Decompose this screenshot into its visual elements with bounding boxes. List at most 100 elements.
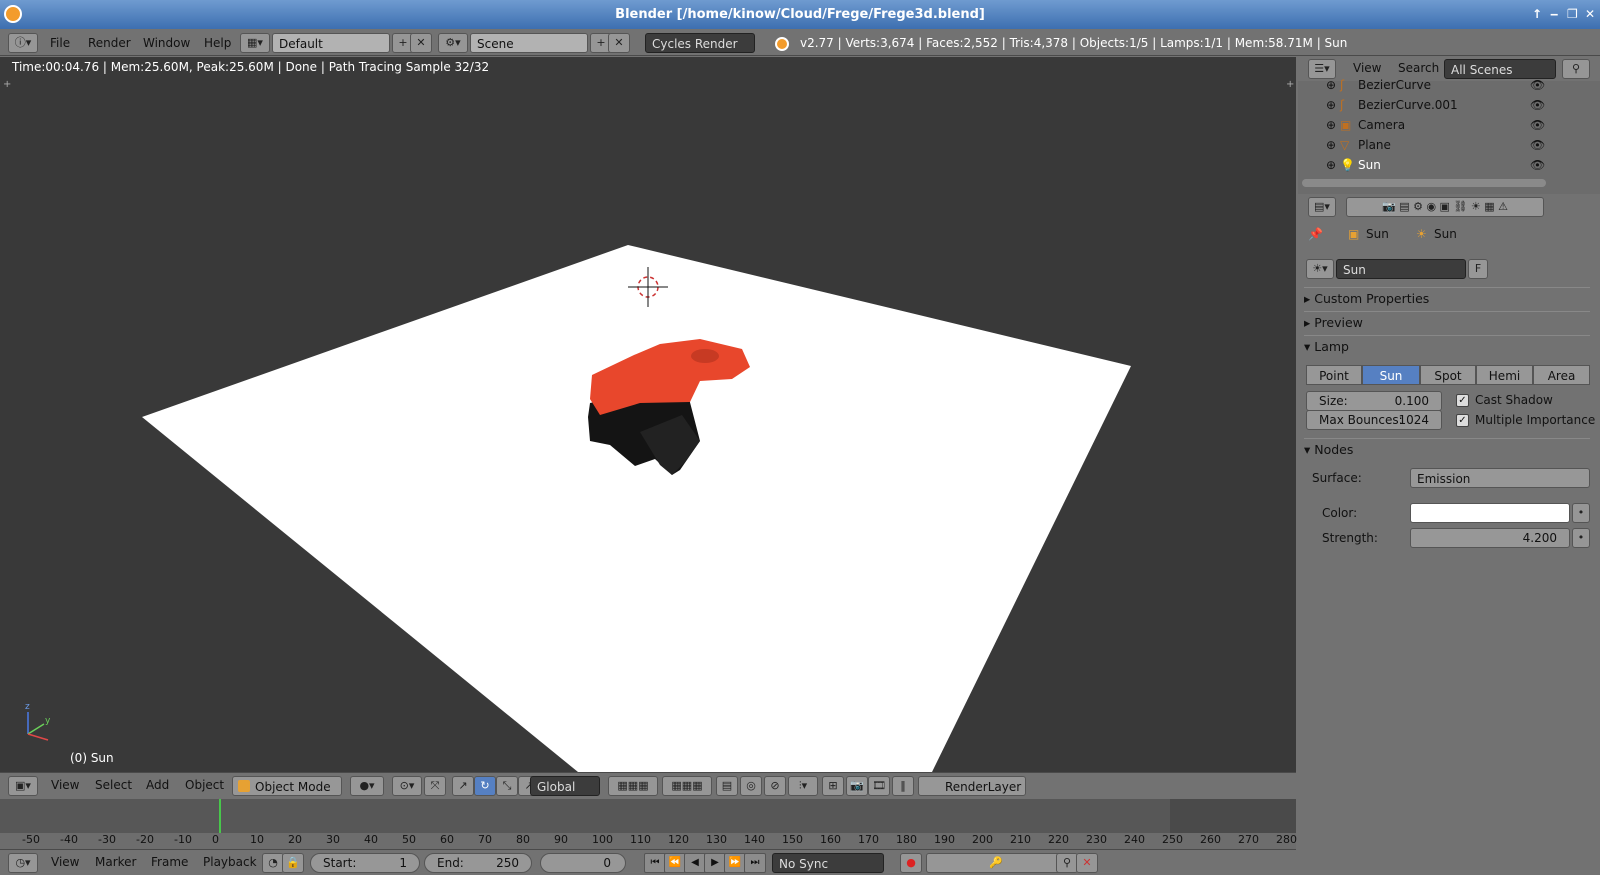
screen-layout-icon[interactable]: ▦▾ <box>240 33 270 53</box>
menu-object[interactable]: Object <box>185 778 224 792</box>
region-expand-left-icon[interactable]: + <box>3 79 11 90</box>
window-close-icon[interactable]: ✕ <box>1585 0 1595 29</box>
outliner-menu-view[interactable]: View <box>1353 61 1381 75</box>
render-scene[interactable]: z y <box>0 57 1296 772</box>
insert-keyframe-icon[interactable]: ⚲ <box>1056 853 1078 873</box>
play-reverse-icon[interactable]: ◀ <box>684 853 706 873</box>
editor-type-3dview-icon[interactable]: ▣▾ <box>8 776 38 796</box>
menu-select[interactable]: Select <box>95 778 132 792</box>
properties-context-tabs[interactable]: 📷 ▤ ⚙ ◉ ▣ ⛓ ☀ ▦ ⚠ <box>1346 197 1544 217</box>
panel-preview[interactable]: ▸ Preview <box>1304 311 1590 333</box>
3d-viewport[interactable]: z y Time:00:04.76 | Mem:25.60M, Peak:25.… <box>0 57 1296 772</box>
proportional-edit-icon[interactable]: ◎ <box>740 776 762 796</box>
strength-field[interactable]: 4.200 <box>1410 528 1570 548</box>
jump-keyframe-back-icon[interactable]: ⏪ <box>664 853 686 873</box>
panel-lamp[interactable]: ▾ Lamp <box>1304 335 1590 357</box>
manipulator-rotate-icon[interactable]: ↻ <box>474 776 496 796</box>
layers-row2-icon[interactable]: ▦▦▦ <box>662 776 712 796</box>
menu-help[interactable]: Help <box>204 33 231 53</box>
max-bounces-field[interactable]: Max Bounces: 1024 <box>1306 410 1442 430</box>
color-swatch[interactable] <box>1410 503 1570 523</box>
plane-mesh[interactable] <box>142 245 1131 772</box>
scene-field[interactable]: Scene <box>470 33 588 53</box>
record-icon[interactable]: ● <box>900 853 922 873</box>
cast-shadow-checkbox[interactable]: ✓ Cast Shadow <box>1456 393 1553 407</box>
outliner-item-beziercurve[interactable]: ⊕ ʃ BezierCurve 👁 <box>1298 75 1583 95</box>
menu-window[interactable]: Window <box>143 33 190 53</box>
lamp-type-spot[interactable]: Spot <box>1420 365 1476 385</box>
scene-icon[interactable]: ⚙▾ <box>438 33 468 53</box>
window-up-icon[interactable]: ↑ <box>1532 0 1542 29</box>
expand-icon[interactable]: ⊕ <box>1326 135 1336 155</box>
jump-end-icon[interactable]: ⏭ <box>744 853 766 873</box>
visibility-eye-icon[interactable]: 👁 <box>1530 135 1545 155</box>
opengl-render-icon[interactable]: 📷 <box>846 776 868 796</box>
visibility-eye-icon[interactable]: 👁 <box>1530 75 1545 95</box>
visibility-eye-icon[interactable]: 👁 <box>1530 155 1545 175</box>
current-frame-field[interactable]: 0 <box>540 853 626 873</box>
color-link-icon[interactable]: • <box>1572 503 1590 523</box>
menu-render[interactable]: Render <box>88 33 131 53</box>
lamp-type-area[interactable]: Area <box>1533 365 1590 385</box>
menu-playback[interactable]: Playback <box>203 855 257 869</box>
panel-nodes[interactable]: ▾ Nodes <box>1304 438 1590 460</box>
opengl-anim-icon[interactable]: 🎞 <box>868 776 890 796</box>
layout-remove-icon[interactable]: ✕ <box>410 33 432 53</box>
outliner-item-sun[interactable]: ⊕ 💡 Sun 👁 <box>1298 155 1583 175</box>
keying-set-field[interactable]: 🔑 <box>926 853 1066 873</box>
layers-row1-icon[interactable]: ▦▦▦ <box>608 776 658 796</box>
visibility-eye-icon[interactable]: 👁 <box>1530 115 1545 135</box>
preview-range-icon[interactable]: ◔ <box>262 853 284 873</box>
lock-range-icon[interactable]: 🔒 <box>282 853 304 873</box>
pivot-point-icon[interactable]: ⊙▾ <box>392 776 422 796</box>
manipulator-toggle-icon[interactable]: ⤧ <box>424 776 446 796</box>
editor-type-timeline-icon[interactable]: ◷▾ <box>8 853 38 873</box>
menu-file[interactable]: File <box>50 33 70 53</box>
lamp-type-hemi[interactable]: Hemi <box>1476 365 1533 385</box>
lock-layers-icon[interactable]: ▤ <box>716 776 738 796</box>
editor-type-info-icon[interactable]: ⓘ▾ <box>8 33 38 53</box>
window-minimize-icon[interactable]: ‒ <box>1550 0 1558 29</box>
start-frame-field[interactable]: Start: 1 <box>310 853 420 873</box>
viewport-shading-icon[interactable]: ●▾ <box>350 776 384 796</box>
sync-select[interactable]: No Sync <box>772 853 884 873</box>
expand-icon[interactable]: ⊕ <box>1326 155 1336 175</box>
outliner-item-camera[interactable]: ⊕ ▣ Camera 👁 <box>1298 115 1583 135</box>
transform-orientation-select[interactable]: Global <box>530 776 600 796</box>
outliner[interactable]: ☰▾ View Search All Scenes ⚲ ⊕ ʃ BezierCu… <box>1298 57 1600 194</box>
snap-toggle-icon[interactable]: ⊘ <box>764 776 786 796</box>
manipulator-scale-icon[interactable]: ⤡ <box>496 776 518 796</box>
render-layer-pause-icon[interactable]: ‖ <box>892 776 914 796</box>
visibility-eye-icon[interactable]: 👁 <box>1530 95 1545 115</box>
outliner-item-beziercurve001[interactable]: ⊕ ʃ BezierCurve.001 👁 <box>1298 95 1583 115</box>
play-icon[interactable]: ▶ <box>704 853 726 873</box>
end-frame-field[interactable]: End: 250 <box>424 853 532 873</box>
outliner-hscrollbar[interactable] <box>1302 179 1546 187</box>
multiple-importance-checkbox[interactable]: ✓ Multiple Importance <box>1456 413 1595 427</box>
panel-custom-properties[interactable]: ▸ Custom Properties <box>1304 287 1590 309</box>
surface-select[interactable]: Emission <box>1410 468 1590 488</box>
menu-frame[interactable]: Frame <box>151 855 188 869</box>
snap-target-icon[interactable]: ⊞ <box>822 776 844 796</box>
window-maximize-icon[interactable]: ❐ <box>1567 0 1578 29</box>
jump-keyframe-forward-icon[interactable]: ⏩ <box>724 853 746 873</box>
expand-icon[interactable]: ⊕ <box>1326 95 1336 115</box>
manipulator-translate-icon[interactable]: ↗ <box>452 776 474 796</box>
jump-start-icon[interactable]: ⏮ <box>644 853 666 873</box>
menu-marker[interactable]: Marker <box>95 855 136 869</box>
render-layer-field[interactable]: RenderLayer <box>918 776 1026 796</box>
render-engine-select[interactable]: Cycles Render <box>645 33 755 53</box>
lamp-browse-icon[interactable]: ☀▾ <box>1306 259 1334 279</box>
current-frame-marker[interactable] <box>219 799 221 833</box>
strength-link-icon[interactable]: • <box>1572 528 1590 548</box>
size-field[interactable]: Size: 0.100 <box>1306 391 1442 411</box>
delete-keyframe-icon[interactable]: ✕ <box>1076 853 1098 873</box>
fake-user-button[interactable]: F <box>1468 259 1488 279</box>
scene-remove-icon[interactable]: ✕ <box>608 33 630 53</box>
layout-field[interactable]: Default <box>272 33 390 53</box>
timeline-editor[interactable]: -50 -40 -30 -20 -10 0 10 20 30 40 50 60 70 80 90 100 110… <box>0 799 1297 849</box>
lamp-type-point[interactable]: Point <box>1306 365 1362 385</box>
snap-element-icon[interactable]: ⫶▾ <box>788 776 818 796</box>
menu-view-timeline[interactable]: View <box>51 855 79 869</box>
lamp-type-sun[interactable]: Sun <box>1362 365 1420 385</box>
